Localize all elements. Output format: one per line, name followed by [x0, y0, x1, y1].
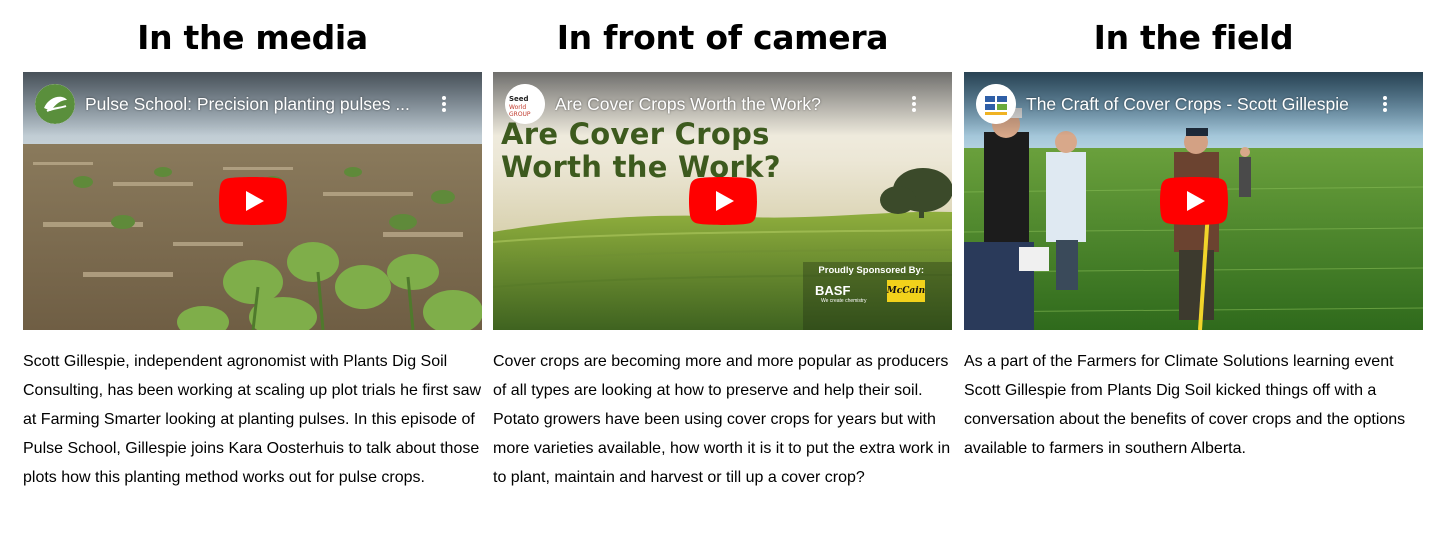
- svg-text:Seed: Seed: [509, 95, 529, 103]
- mccain-logo: McCain: [887, 280, 925, 302]
- youtube-play-icon[interactable]: [688, 177, 757, 225]
- youtube-embed-craft-of-cover-crops[interactable]: The Craft of Cover Crops - Scott Gillesp…: [964, 72, 1423, 330]
- svg-text:World: World: [509, 104, 526, 111]
- column-heading: In the media: [137, 18, 368, 57]
- more-vert-icon[interactable]: [434, 94, 454, 114]
- column-in-front-of-camera: In front of camera Are Cover Crops Worth…: [493, 0, 952, 486]
- sponsor-label: Proudly Sponsored By:: [818, 265, 924, 276]
- more-vert-icon[interactable]: [904, 94, 924, 114]
- solar-panel-logo-icon[interactable]: [976, 84, 1016, 124]
- video-columns: In the media Pulse School: Precision pla…: [0, 0, 1447, 545]
- seed-world-group-logo-icon[interactable]: Seed World GROUP: [505, 84, 545, 124]
- youtube-play-icon[interactable]: [1159, 177, 1228, 225]
- youtube-play-icon[interactable]: [218, 177, 287, 225]
- svg-text:GROUP: GROUP: [509, 111, 531, 118]
- column-in-the-media: In the media Pulse School: Precision pla…: [23, 0, 482, 486]
- youtube-embed-cover-crops-worth[interactable]: Are Cover Crops Worth the Work? Proudly …: [493, 72, 952, 330]
- video-description: Scott Gillespie, independent agronomist …: [23, 353, 482, 486]
- video-description: Cover crops are becoming more and more p…: [493, 353, 951, 486]
- column-heading: In the field: [1093, 18, 1294, 57]
- video-description: As a part of the Farmers for Climate Sol…: [964, 353, 1406, 457]
- column-heading: In front of camera: [556, 18, 889, 57]
- video-title[interactable]: Pulse School: Precision planting pulses …: [85, 93, 425, 115]
- more-vert-icon[interactable]: [1375, 94, 1395, 114]
- leaf-logo-icon[interactable]: [35, 84, 75, 124]
- youtube-embed-pulse-school[interactable]: Pulse School: Precision planting pulses …: [23, 72, 482, 330]
- video-title[interactable]: Are Cover Crops Worth the Work?: [555, 93, 895, 115]
- basf-logo: BASF: [815, 283, 851, 298]
- basf-tagline: We create chemistry: [821, 298, 867, 304]
- thumbnail-headline: Are Cover Crops Worth the Work?: [501, 117, 781, 184]
- column-in-the-field: In the field The Craft of Cover Crops - …: [964, 0, 1423, 457]
- video-title[interactable]: The Craft of Cover Crops - Scott Gillesp…: [1026, 93, 1366, 115]
